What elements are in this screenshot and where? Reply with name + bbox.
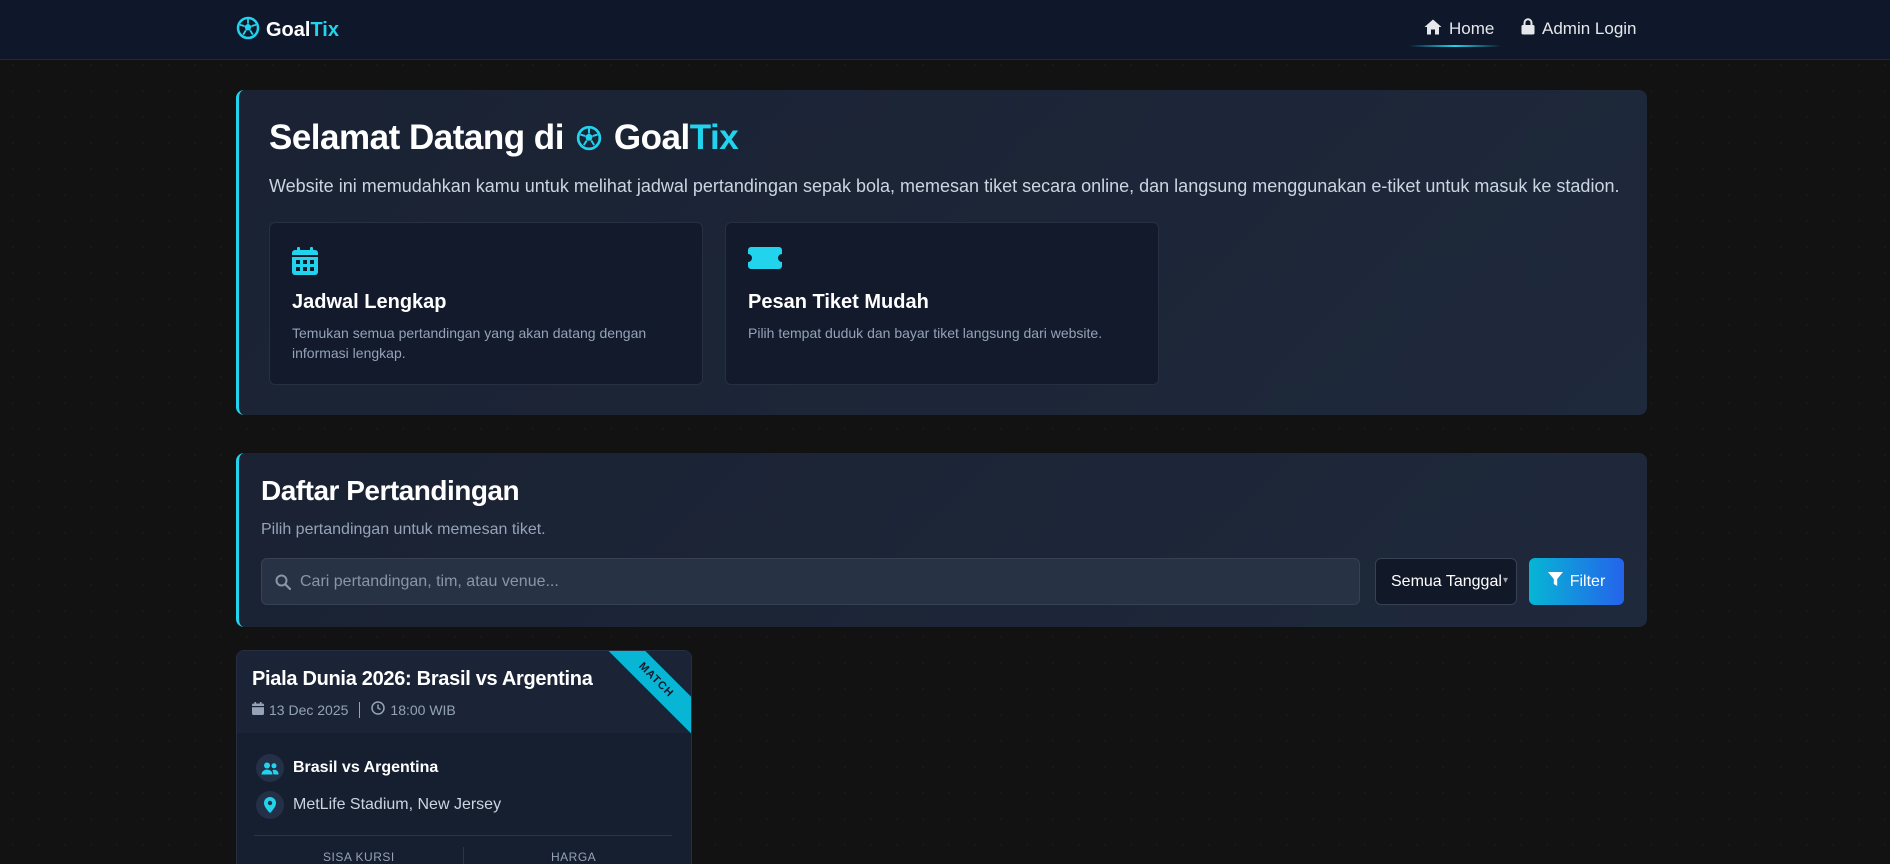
filter-icon <box>1547 571 1563 592</box>
feature-card-schedule: Jadwal Lengkap Temukan semua pertandinga… <box>269 222 703 385</box>
price-label: HARGA <box>551 850 597 864</box>
users-icon <box>256 754 284 782</box>
filter-button-label: Filter <box>1569 572 1606 590</box>
filter-button[interactable]: Filter <box>1529 558 1624 605</box>
match-title: Piala Dunia 2026: Brasil vs Argentina <box>252 668 593 690</box>
soccer-ball-icon <box>576 125 602 151</box>
feature-description: Temukan semua pertandingan yang akan dat… <box>292 325 647 361</box>
brand-logo[interactable]: GoalTix <box>236 16 339 45</box>
nav-home-label: Home <box>1449 19 1495 38</box>
match-list-title: Daftar Pertandingan <box>261 475 520 506</box>
match-list-subtitle: Pilih pertandingan untuk memesan tiket. <box>261 521 546 538</box>
search-box <box>261 558 1360 605</box>
calendar-icon <box>292 247 318 280</box>
hero-brand-prefix: Goal <box>613 118 690 157</box>
soccer-ball-icon <box>236 16 260 45</box>
hero-brand-accent: Tix <box>689 118 739 157</box>
match-venue: MetLife Stadium, New Jersey <box>293 796 502 813</box>
clock-icon <box>371 701 386 718</box>
stat-divider <box>463 847 464 864</box>
lock-icon <box>1521 18 1535 40</box>
brand-prefix: Goal <box>266 19 311 41</box>
meta-divider <box>359 701 361 718</box>
hero-title: Selamat Datang di GoalTix <box>269 118 739 158</box>
top-navbar: GoalTix Home Admin Login <box>0 0 1890 60</box>
ticket-icon <box>748 247 782 274</box>
search-input[interactable] <box>300 559 1350 604</box>
match-teams: Brasil vs Argentina <box>293 759 439 776</box>
match-list-panel: Daftar Pertandingan Pilih pertandingan u… <box>236 453 1647 627</box>
brand-accent: Tix <box>310 19 339 41</box>
active-nav-indicator <box>1409 45 1501 47</box>
remaining-seats-label: SISA KURSI <box>323 850 395 864</box>
nav-home-link[interactable]: Home <box>1424 0 1494 58</box>
hero-brand: GoalTix <box>613 118 739 158</box>
chevron-down-icon: ▾ <box>1502 575 1508 586</box>
welcome-hero: Selamat Datang di GoalTix Website ini me… <box>236 90 1647 415</box>
nav-admin-login-link[interactable]: Admin Login <box>1521 0 1637 58</box>
date-filter-value: Semua Tanggal <box>1391 572 1502 590</box>
nav-admin-label: Admin Login <box>1542 19 1637 38</box>
match-card[interactable]: Piala Dunia 2026: Brasil vs Argentina 13… <box>236 650 692 864</box>
match-datetime: 13 Dec 2025 18:00 WIB <box>252 701 456 718</box>
search-icon <box>275 574 292 595</box>
location-pin-icon <box>256 791 284 819</box>
brand-name: GoalTix <box>266 19 339 42</box>
match-date: 13 Dec 2025 <box>269 701 349 718</box>
feature-title: Jadwal Lengkap <box>292 291 447 313</box>
card-divider <box>254 835 672 836</box>
home-icon <box>1424 19 1442 40</box>
match-teams-row: Brasil vs Argentina <box>256 754 438 782</box>
calendar-icon <box>252 701 264 718</box>
match-venue-row: MetLife Stadium, New Jersey <box>256 791 501 819</box>
feature-card-ticket: Pesan Tiket Mudah Pilih tempat duduk dan… <box>725 222 1159 385</box>
hero-description: Website ini memudahkan kamu untuk meliha… <box>269 176 1620 196</box>
hero-title-prefix: Selamat Datang di <box>269 118 564 157</box>
feature-description: Pilih tempat duduk dan bayar tiket langs… <box>748 325 1103 341</box>
match-time: 18:00 WIB <box>390 701 456 718</box>
feature-title: Pesan Tiket Mudah <box>748 291 929 313</box>
date-filter-select[interactable]: Semua Tanggal ▾ <box>1375 558 1517 605</box>
